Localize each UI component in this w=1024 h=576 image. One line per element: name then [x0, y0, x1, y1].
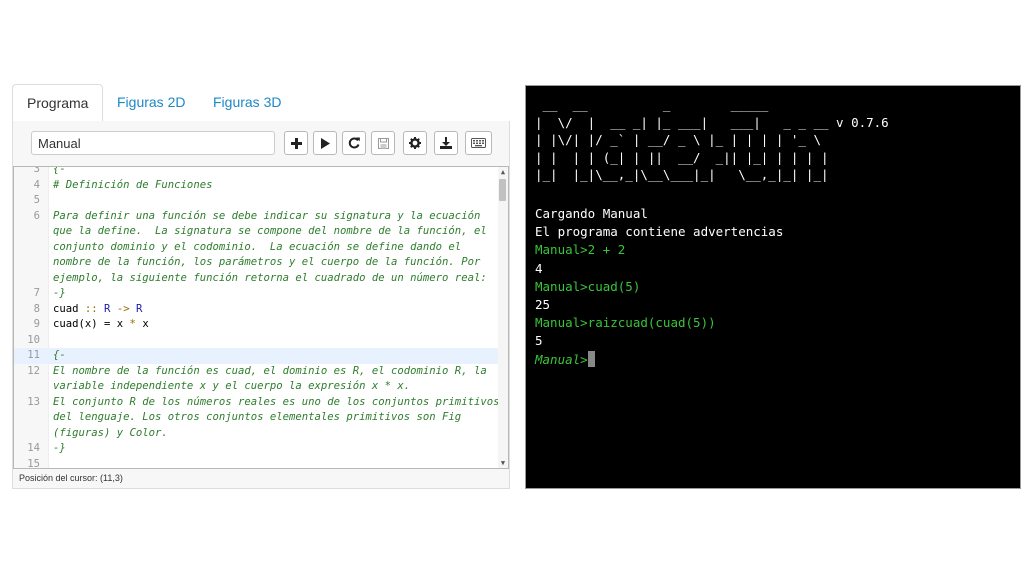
code-line[interactable]: 6 Para definir una función se debe indica…	[14, 209, 500, 225]
scroll-up-arrow-icon[interactable]: ▲	[498, 167, 508, 177]
cursor-position-status: Posición del cursor: (11,3)	[13, 469, 509, 488]
download-icon	[440, 137, 452, 149]
code-line[interactable]: del lenguaje. Los otros conjuntos elemen…	[14, 410, 500, 426]
line-code: del lenguaje. Los otros conjuntos elemen…	[53, 411, 462, 423]
scrollbar-thumb[interactable]	[499, 179, 506, 201]
tab-figuras-2d[interactable]: Figuras 2D	[103, 84, 199, 120]
banner-line: |_| |_|\__,_|\__\___|_| \__,_|_| |_|	[535, 167, 829, 182]
terminal-command: Manual>raizcuad(cuad(5))	[535, 315, 716, 331]
line-code: Para definir una función se debe indicar…	[53, 209, 481, 222]
gear-icon	[409, 137, 421, 149]
code-line[interactable]: 3 {-	[14, 166, 500, 178]
banner-line: __ __ _ _____	[535, 97, 769, 112]
code-line[interactable]: ejemplo, la siguiente función retorna el…	[14, 271, 500, 287]
tab-bar: Programa Figuras 2D Figuras 3D	[12, 84, 510, 122]
line-number: 9	[33, 318, 40, 330]
program-panel: Programa Figuras 2D Figuras 3D Manual 3 …	[12, 84, 510, 489]
keyboard-button[interactable]	[465, 131, 492, 155]
code-line[interactable]: 10	[14, 333, 500, 349]
line-code: El nombre de la función es cuad, el domi…	[53, 364, 487, 377]
banner-line: | |\/| |/ _` | __/ _ \ |_ | | | | '_ \	[535, 132, 821, 147]
save-icon	[377, 137, 389, 149]
play-icon	[320, 137, 330, 149]
code-line[interactable]: 11 {-	[14, 348, 500, 364]
terminal-output-line: 5	[535, 333, 543, 349]
line-number: 15	[27, 457, 40, 469]
line-number: 14	[27, 442, 40, 454]
line-code: {-	[53, 349, 66, 361]
code-line[interactable]: 12 El nombre de la función es cuad, el do…	[14, 364, 500, 380]
line-number: 7	[33, 287, 40, 299]
code-line[interactable]: (figuras) y Color.	[14, 426, 500, 442]
line-number: 5	[33, 194, 40, 206]
terminal-output-line: 4	[535, 260, 543, 276]
code-line[interactable]: 8 cuad :: R -> R	[14, 302, 500, 318]
code-line[interactable]: 5	[14, 193, 500, 209]
line-number: 8	[33, 302, 40, 315]
editor-toolbar	[13, 121, 509, 166]
editor-scrollbar[interactable]: ▲ ▼	[498, 167, 508, 468]
program-tab-content: 3 {- 4 # Definición de Funciones 5 6 Para defi…	[12, 121, 510, 489]
line-code: # Definición de Funciones	[53, 178, 213, 191]
line-number: 12	[27, 364, 40, 377]
tab-figuras-3d[interactable]: Figuras 3D	[199, 84, 295, 120]
keyboard-icon	[471, 138, 486, 148]
reload-button[interactable]	[342, 131, 366, 155]
terminal-output-line: Cargando Manual	[535, 206, 648, 221]
line-code: -}	[53, 442, 66, 454]
code-line[interactable]: nombre de la función, los parámetros y e…	[14, 255, 500, 271]
plus-icon	[290, 137, 302, 149]
line-code: cuad :: R -> R	[53, 302, 143, 315]
console-terminal[interactable]: __ __ _ _____ | \/ | __ _| |_ ___| ___| _…	[525, 85, 1021, 489]
code-line[interactable]: 9 cuad(x) = x * x	[14, 317, 500, 333]
line-number: 6	[33, 209, 40, 222]
tab-programa[interactable]: Programa	[12, 84, 104, 122]
line-code: nombre de la función, los parámetros y e…	[53, 256, 481, 268]
refresh-icon	[348, 137, 360, 149]
download-button[interactable]	[434, 131, 458, 155]
prompt-label: Manual>	[535, 351, 588, 367]
text-cursor	[587, 350, 595, 367]
code-line[interactable]: 7 -}	[14, 286, 500, 302]
line-code: (figuras) y Color.	[53, 426, 168, 439]
line-number: 3	[33, 166, 40, 175]
run-button[interactable]	[313, 131, 337, 155]
terminal-command: Manual>cuad(5)	[535, 278, 641, 294]
line-code: que la define. La signatura se compone d…	[53, 225, 487, 237]
program-name-input[interactable]	[31, 131, 275, 155]
banner-line: | | | | (_| | || __/ _|| |_| | | | |	[535, 149, 829, 165]
code-line[interactable]: 14 -}	[14, 441, 500, 457]
code-line[interactable]: variable independiente x y el cuerpo la …	[14, 379, 500, 395]
line-number: 13	[27, 395, 40, 408]
new-button[interactable]	[284, 131, 308, 155]
banner-line: | \/ | __ _| |_ ___| ___| _ _ __ v 0.7.6	[535, 114, 889, 130]
line-code: {-	[53, 166, 66, 175]
terminal-prompt[interactable]: Manual>	[535, 350, 595, 369]
code-line[interactable]: 4 # Definición de Funciones	[14, 178, 500, 194]
code-line[interactable]: que la define. La signatura se compone d…	[14, 224, 500, 240]
line-code: -}	[53, 287, 66, 299]
code-editor[interactable]: 3 {- 4 # Definición de Funciones 5 6 Para defi…	[13, 166, 509, 469]
line-code: ejemplo, la siguiente función retorna el…	[53, 271, 487, 284]
line-number: 11	[27, 349, 40, 361]
line-code: conjunto dominio y el codominio. La ecua…	[53, 240, 462, 253]
code-line[interactable]: conjunto dominio y el codominio. La ecua…	[14, 240, 500, 256]
code-line[interactable]: 13 El conjunto R de los números reales es…	[14, 395, 500, 411]
save-button[interactable]	[371, 131, 395, 155]
terminal-output-line: El programa contiene advertencias	[535, 224, 784, 240]
code-line[interactable]: 15	[14, 457, 500, 469]
scroll-down-arrow-icon[interactable]: ▼	[498, 458, 508, 468]
terminal-output-line: 25	[535, 297, 551, 312]
settings-button[interactable]	[403, 131, 427, 155]
line-code: cuad(x) = x * x	[53, 318, 149, 330]
line-number: 10	[27, 333, 40, 346]
line-code: El conjunto R de los números reales es u…	[53, 395, 500, 408]
terminal-command: Manual>2 + 2	[535, 242, 626, 258]
line-code: variable independiente x y el cuerpo la …	[53, 380, 411, 392]
line-number: 4	[33, 178, 40, 191]
ascii-banner: __ __ _ _____ | \/ | __ _| |_ ___| ___| _…	[535, 96, 889, 184]
